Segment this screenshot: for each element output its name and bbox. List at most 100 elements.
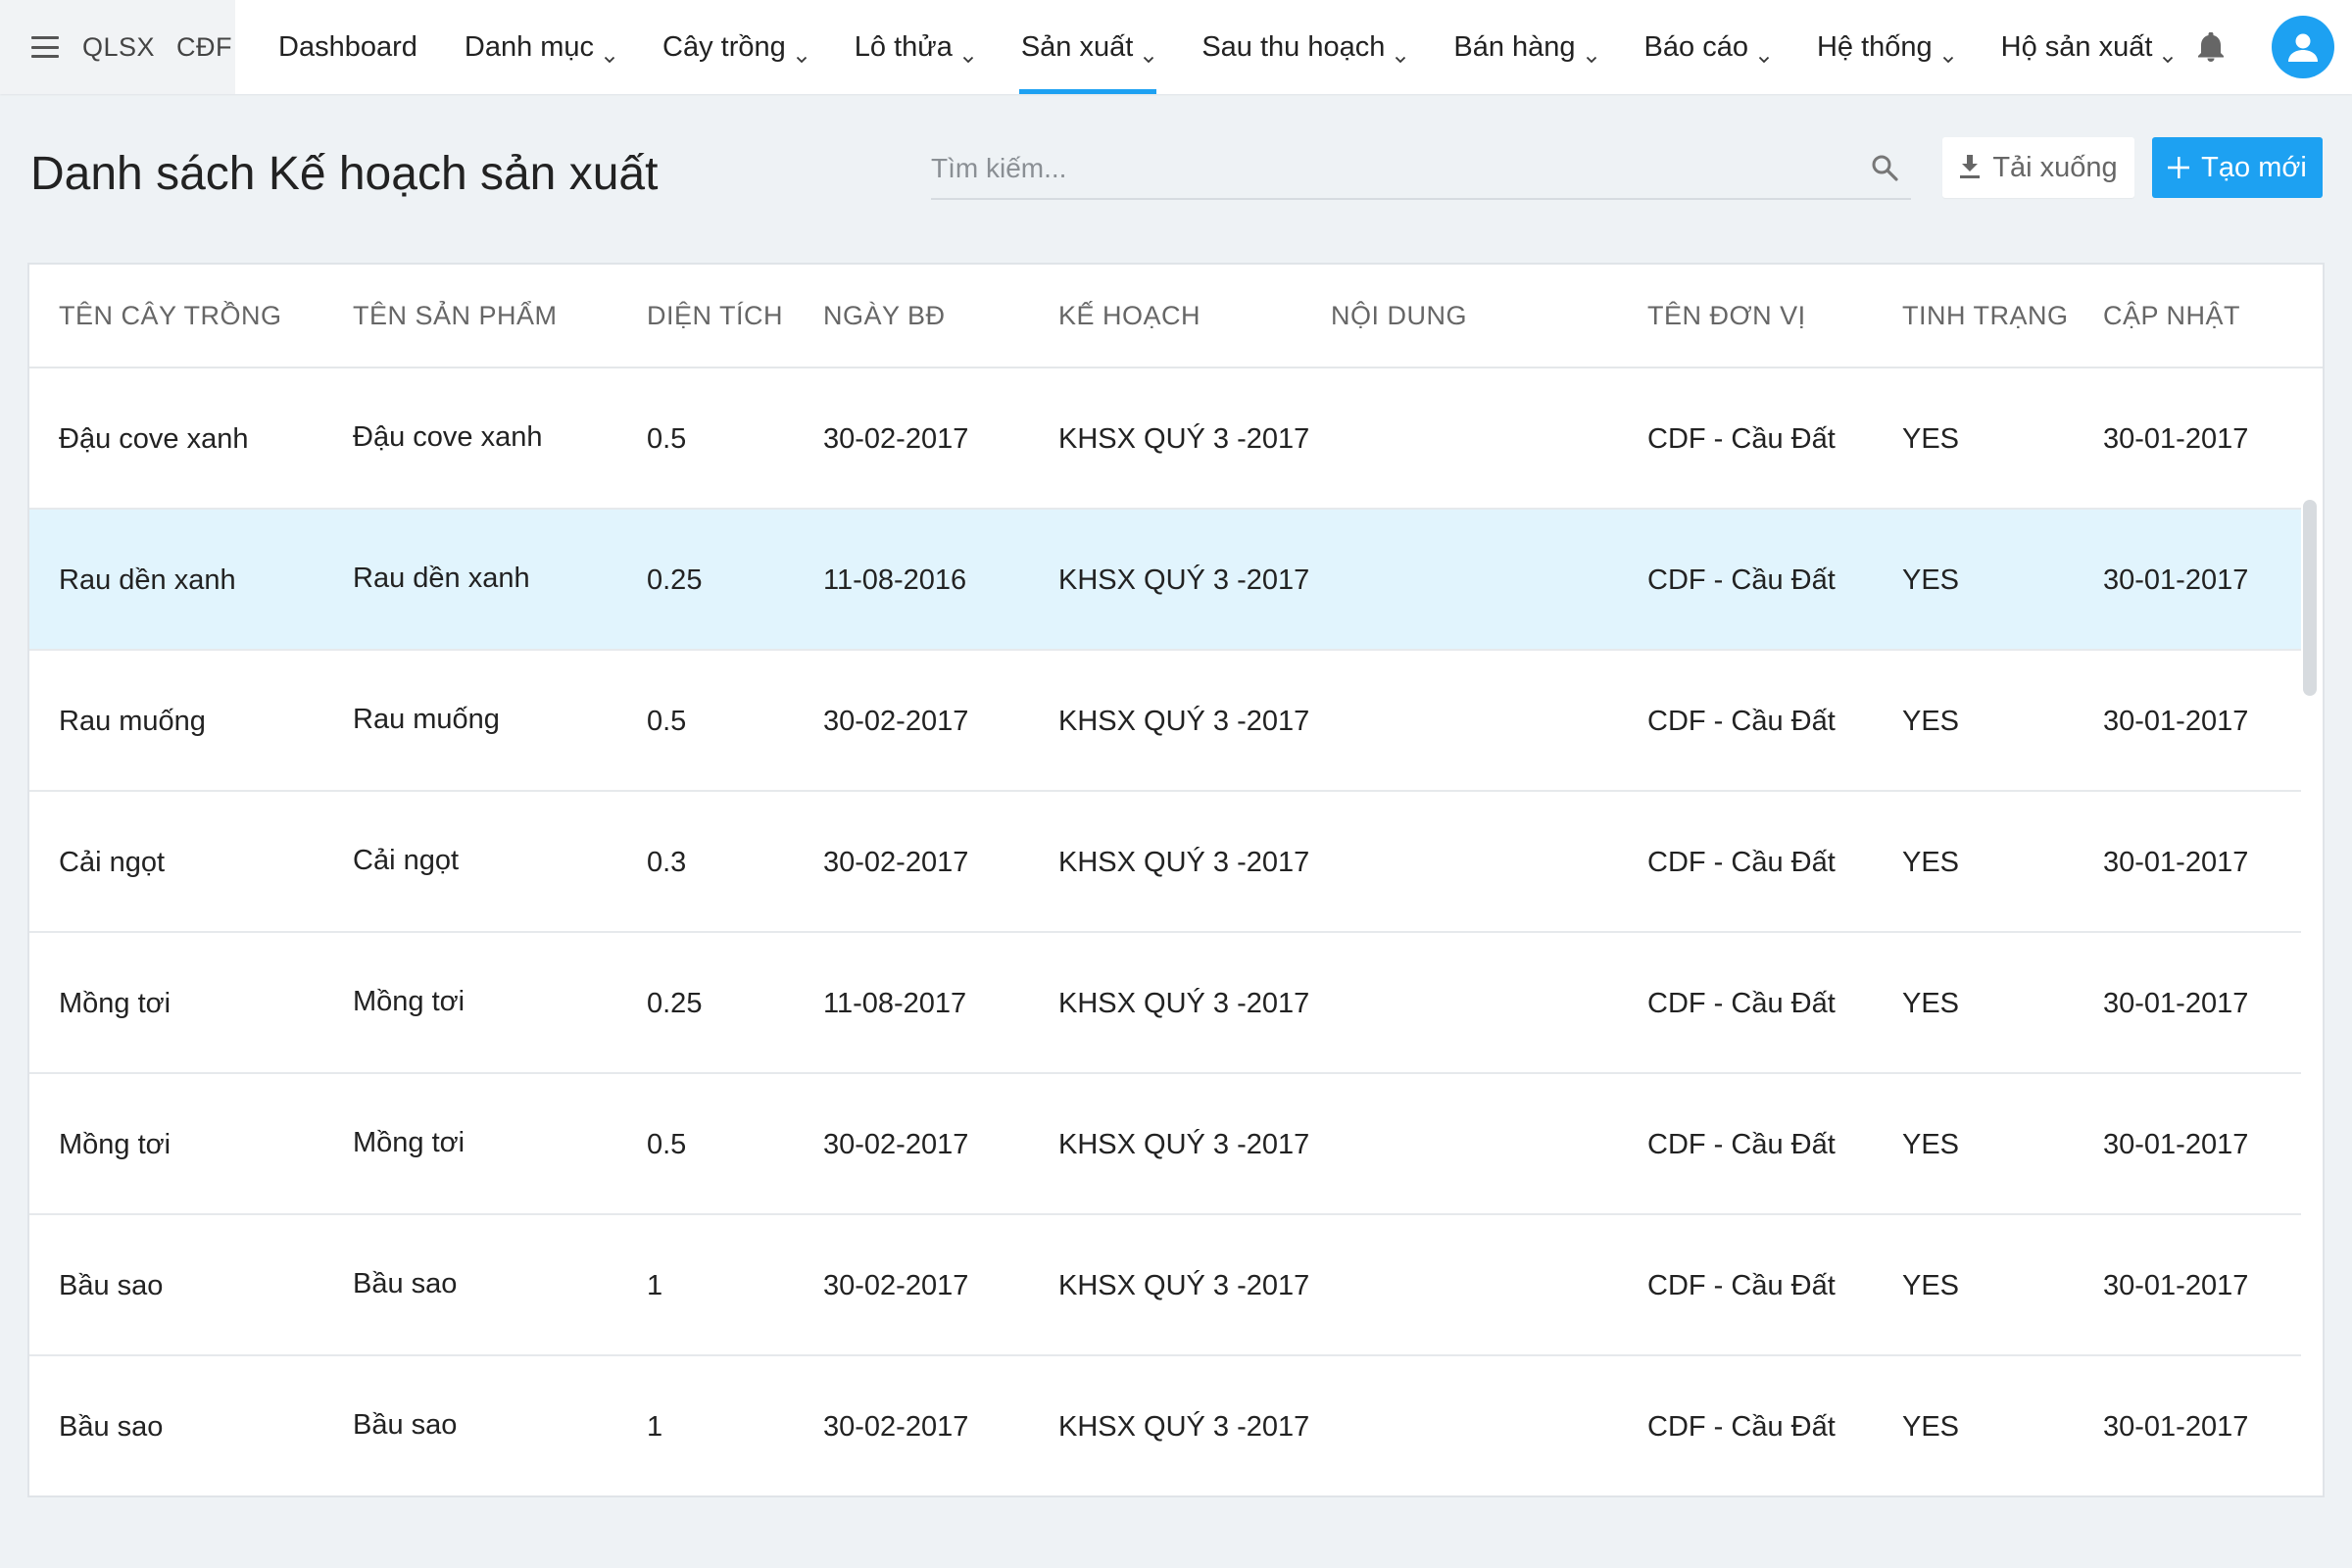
page-title: Danh sách Kế hoạch sản xuất (30, 148, 659, 200)
table-cell: Bầu sao (59, 1410, 164, 1443)
download-icon (1959, 155, 1981, 180)
column-header-3[interactable]: NGÀY BĐ (823, 301, 946, 331)
chevron-down-icon (1143, 41, 1154, 64)
table-cell: CDF - Cầu Đất (1647, 422, 1836, 455)
nav-item-3[interactable]: Lô thửa (831, 0, 998, 94)
download-button[interactable]: Tải xuống (1942, 137, 2134, 198)
chevron-down-icon (604, 41, 615, 64)
bell-icon[interactable] (2191, 27, 2230, 67)
table-cell: Bầu sao (353, 1408, 458, 1441)
nav-item-label: Hộ sản xuất (2000, 30, 2153, 63)
chevron-down-icon (1395, 41, 1406, 64)
table-cell: CDF - Cầu Đất (1647, 987, 1836, 1019)
table-cell: 30-02-2017 (823, 1410, 969, 1443)
column-header-8[interactable]: CẬP NHẬT (2103, 301, 2240, 331)
nav-item-9[interactable]: Hộ sản xuất (1978, 0, 2198, 94)
chevron-down-icon (962, 41, 974, 64)
nav-item-0[interactable]: Dashboard (255, 0, 441, 94)
table-cell: Mồng tơi (59, 1128, 172, 1160)
table-cell: Mồng tơi (353, 985, 466, 1017)
table-cell: 0.5 (647, 705, 687, 737)
user-icon (2288, 33, 2318, 62)
table-cell: CDF - Cầu Đất (1647, 846, 1836, 878)
table-cell: 30-01-2017 (2103, 1410, 2249, 1443)
table-cell: 0.5 (647, 1128, 687, 1160)
table-row[interactable]: Rau muống Rau muống 0.5 30-02-2017 KHSX QUÝ … (29, 651, 2301, 792)
table-cell: 0.25 (647, 987, 703, 1019)
column-header-1[interactable]: TÊN SẢN PHẨM (353, 301, 558, 331)
table-cell: 11-08-2016 (823, 564, 967, 596)
search-icon[interactable] (1870, 153, 1899, 182)
table-cell: Đậu cove xanh (59, 422, 249, 455)
chevron-down-icon (2162, 41, 2174, 64)
table-cell: 1 (647, 1269, 663, 1301)
hamburger-icon[interactable] (31, 36, 59, 58)
table-row[interactable]: Rau dền xanh Rau dền xanh 0.25 11-08-2016 KH… (29, 510, 2301, 651)
table-scrollbar[interactable] (2303, 500, 2317, 696)
column-header-2[interactable]: DIỆN TÍCH (647, 301, 783, 331)
table-cell: Mồng tơi (59, 987, 172, 1019)
table-cell: KHSX QUÝ 3 -2017 (1058, 987, 1310, 1019)
create-button[interactable]: Tạo mới (2152, 137, 2323, 198)
user-avatar[interactable] (2272, 16, 2334, 78)
table-cell: 1 (647, 1410, 663, 1443)
column-header-4[interactable]: KẾ HOẠCH (1058, 301, 1200, 331)
table-cell: CDF - Cầu Đất (1647, 1410, 1836, 1443)
table-cell: 30-01-2017 (2103, 705, 2249, 737)
column-header-6[interactable]: TÊN ĐƠN VỊ (1647, 301, 1806, 331)
table-cell: Rau muống (353, 703, 500, 735)
table-cell: YES (1902, 705, 1960, 737)
main-nav: Dashboard Danh mục Cây trồng Lô thửa Sản xuấ… (255, 0, 2197, 94)
download-label: Tải xuống (1992, 151, 2118, 183)
table-row[interactable]: Đậu cove xanh Đậu cove xanh 0.5 30-02-2017 K… (29, 368, 2301, 510)
table-cell: 30-02-2017 (823, 846, 969, 878)
column-header-0[interactable]: TÊN CÂY TRỒNG (59, 301, 282, 331)
nav-item-6[interactable]: Bán hàng (1430, 0, 1620, 94)
nav-item-label: Sau thu hoạch (1201, 30, 1386, 63)
table-cell: KHSX QUÝ 3 -2017 (1058, 422, 1310, 455)
chevron-down-icon (796, 41, 808, 64)
nav-item-5[interactable]: Sau thu hoạch (1178, 0, 1430, 94)
nav-item-1[interactable]: Danh mục (441, 0, 639, 94)
table-cell: YES (1902, 846, 1960, 878)
nav-item-4[interactable]: Sản xuất (998, 0, 1178, 94)
table-cell: 0.3 (647, 846, 687, 878)
search-box (931, 139, 1911, 200)
table-cell: Rau muống (59, 705, 206, 737)
brand-part-1: QLSX (82, 31, 156, 62)
table-cell: Đậu cove xanh (353, 420, 543, 453)
table-row[interactable]: Mồng tơi Mồng tơi 0.25 11-08-2017 KHSX QUÝ 3… (29, 933, 2301, 1074)
nav-item-2[interactable]: Cây trồng (639, 0, 831, 94)
nav-item-7[interactable]: Báo cáo (1621, 0, 1793, 94)
table-cell: 30-01-2017 (2103, 564, 2249, 596)
nav-item-8[interactable]: Hệ thống (1793, 0, 1978, 94)
table-cell: KHSX QUÝ 3 -2017 (1058, 1410, 1310, 1443)
table-row[interactable]: Bầu sao Bầu sao 1 30-02-2017 KHSX QUÝ 3 -201… (29, 1215, 2301, 1356)
nav-item-label: Lô thửa (854, 30, 953, 63)
column-header-7[interactable]: TINH TRẠNG (1902, 301, 2069, 331)
table-row[interactable]: Cải ngọt Cải ngọt 0.3 30-02-2017 KHSX QUÝ 3 … (29, 792, 2301, 933)
chevron-down-icon (1586, 41, 1597, 64)
table-cell: KHSX QUÝ 3 -2017 (1058, 1269, 1310, 1301)
top-right-actions (2191, 0, 2352, 94)
table-cell: 30-01-2017 (2103, 987, 2249, 1019)
nav-item-label: Hệ thống (1816, 30, 1933, 63)
nav-item-label: Dashboard (278, 30, 417, 63)
column-header-5[interactable]: NỘI DUNG (1331, 301, 1467, 331)
table-cell: 30-02-2017 (823, 1128, 969, 1160)
table-row[interactable]: Bầu sao Bầu sao 1 30-02-2017 KHSX QUÝ 3 -201… (29, 1356, 2301, 1495)
table-row[interactable]: Mồng tơi Mồng tơi 0.5 30-02-2017 KHSX QUÝ 3 … (29, 1074, 2301, 1215)
table-cell: Cải ngọt (59, 846, 166, 878)
brand-area: QLSX CĐF (0, 0, 235, 94)
brand-name[interactable]: QLSX CĐF (82, 32, 232, 63)
table-cell: 30-02-2017 (823, 422, 969, 455)
table-cell: Rau dền xanh (353, 562, 530, 594)
plan-table: TÊN CÂY TRỒNG TÊN SẢN PHẨM DIỆN TÍCH NGÀY B… (27, 263, 2325, 1497)
search-input[interactable] (931, 139, 1911, 198)
table-cell: Bầu sao (353, 1267, 458, 1299)
table-cell: 0.5 (647, 422, 687, 455)
table-cell: 30-01-2017 (2103, 1269, 2249, 1301)
table-cell: 30-02-2017 (823, 1269, 969, 1301)
table-cell: YES (1902, 987, 1960, 1019)
table-header: TÊN CÂY TRỒNG TÊN SẢN PHẨM DIỆN TÍCH NGÀY B… (29, 265, 2323, 368)
